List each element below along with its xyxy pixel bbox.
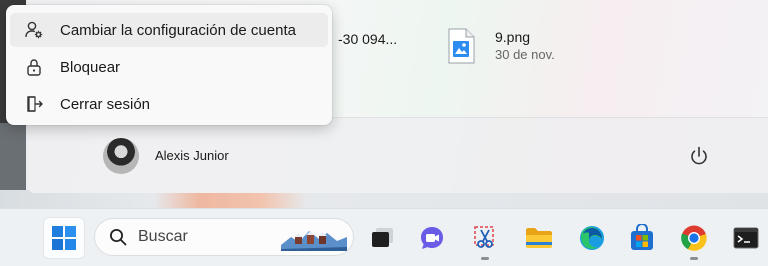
store-button[interactable] bbox=[622, 218, 662, 258]
sign-out-icon bbox=[24, 94, 44, 114]
menu-item-sign-out[interactable]: Cerrar sesión bbox=[10, 87, 328, 121]
snipping-tool-button[interactable] bbox=[465, 218, 505, 260]
power-icon bbox=[691, 146, 707, 165]
edge-button[interactable] bbox=[572, 218, 612, 258]
menu-item-lock[interactable]: Bloquear bbox=[10, 50, 328, 84]
chat-icon bbox=[421, 227, 443, 249]
task-view-button[interactable] bbox=[363, 218, 403, 258]
running-indicator bbox=[690, 257, 698, 260]
snipping-tool-icon bbox=[474, 226, 494, 248]
search-placeholder: Buscar bbox=[138, 228, 188, 245]
chat-button[interactable] bbox=[412, 218, 452, 258]
chrome-button[interactable] bbox=[674, 218, 714, 260]
menu-item-label: Cambiar la configuración de cuenta bbox=[60, 21, 296, 39]
terminal-icon bbox=[733, 227, 759, 249]
folder-icon bbox=[526, 228, 552, 248]
task-view-icon bbox=[372, 228, 393, 247]
recent-file-name: 9.png bbox=[495, 29, 531, 45]
start-button[interactable] bbox=[44, 218, 84, 258]
recent-file-partial-name[interactable]: -30 094... bbox=[338, 31, 397, 47]
recent-file-date: 30 de nov. bbox=[495, 47, 555, 62]
menu-item-change-account-settings[interactable]: Cambiar la configuración de cuenta bbox=[10, 13, 328, 47]
taskbar-search[interactable]: Buscar bbox=[95, 219, 353, 255]
search-highlight-illustration bbox=[281, 231, 347, 251]
lock-icon bbox=[24, 57, 44, 77]
running-indicator bbox=[481, 257, 489, 260]
power-button[interactable] bbox=[688, 145, 710, 167]
taskbar: Buscar bbox=[0, 208, 768, 266]
edge-icon bbox=[580, 226, 604, 250]
store-icon bbox=[631, 224, 653, 250]
recent-file-item[interactable]: 9.png 30 de nov. bbox=[447, 28, 627, 68]
image-file-icon bbox=[447, 28, 475, 64]
windows-logo-icon bbox=[52, 226, 76, 250]
account-context-menu: Cambiar la configuración de cuenta Bloqu… bbox=[6, 5, 332, 125]
terminal-button[interactable] bbox=[726, 218, 766, 258]
menu-item-label: Cerrar sesión bbox=[60, 95, 151, 113]
user-name[interactable]: Alexis Junior bbox=[155, 148, 229, 163]
search-icon bbox=[110, 229, 127, 246]
menu-item-label: Bloquear bbox=[60, 58, 121, 76]
chrome-icon bbox=[681, 225, 707, 251]
user-avatar[interactable] bbox=[103, 138, 139, 174]
account-settings-icon bbox=[24, 20, 44, 40]
file-explorer-button[interactable] bbox=[519, 218, 559, 258]
